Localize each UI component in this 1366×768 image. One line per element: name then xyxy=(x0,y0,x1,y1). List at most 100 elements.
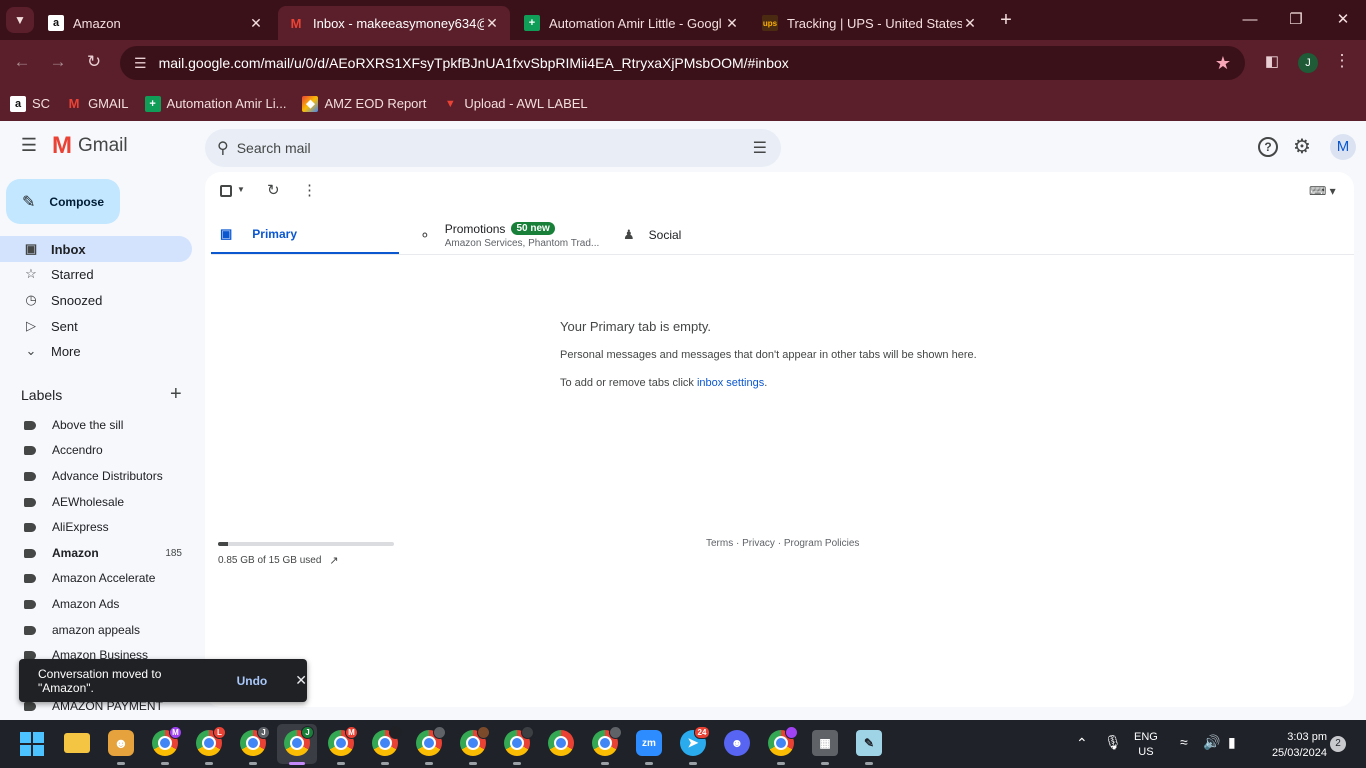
telegram-icon[interactable]: ➤ 24 xyxy=(680,726,710,765)
forward-icon[interactable]: → xyxy=(44,52,72,72)
label-item[interactable]: Accendro xyxy=(0,437,192,463)
label-item[interactable]: Advance Distributors xyxy=(0,463,192,489)
label-item[interactable]: AliExpress xyxy=(0,514,192,540)
add-label-icon[interactable]: + xyxy=(170,383,182,406)
site-info-icon[interactable]: ☰ xyxy=(134,55,147,72)
label-item[interactable]: AEWholesale xyxy=(0,489,192,515)
bookmark-sc[interactable]: a SC xyxy=(10,95,50,112)
inbox-settings-link[interactable]: inbox settings xyxy=(697,377,764,389)
close-toast-icon[interactable]: ✕ xyxy=(295,672,307,689)
search-icon[interactable]: ⚲ xyxy=(217,138,229,158)
chrome-profile-icon[interactable]: L xyxy=(196,726,226,765)
search-options-icon[interactable]: ☰ xyxy=(753,138,767,158)
back-icon[interactable]: ← xyxy=(8,52,36,72)
clock[interactable]: 3:03 pm 25/03/2024 xyxy=(1255,729,1327,761)
sheets-logo-icon: + xyxy=(524,15,540,31)
footer-sep: · xyxy=(733,538,743,549)
notification-count-badge[interactable]: 2 xyxy=(1330,736,1346,752)
chrome-profile-icon[interactable]: M xyxy=(328,726,358,765)
close-tab-icon[interactable]: ✕ xyxy=(248,15,264,32)
wifi-icon[interactable]: ≈ xyxy=(1180,734,1188,750)
bookmark-star-icon[interactable]: ★ xyxy=(1215,53,1231,74)
discord-icon[interactable]: ☻ xyxy=(724,730,750,756)
label-item[interactable]: Amazon Ads xyxy=(0,591,192,617)
side-panel-icon[interactable]: ◧ xyxy=(1258,52,1286,70)
microphone-icon[interactable]: 🎙 xyxy=(1104,734,1122,751)
running-indicator xyxy=(689,762,697,765)
chrome-profile-icon[interactable]: M xyxy=(152,726,182,765)
browser-tab-gmail[interactable]: M Inbox - makeeasymoney634@g ✕ xyxy=(278,6,510,40)
chrome-profile-icon[interactable] xyxy=(416,726,446,765)
chrome-profile-icon[interactable] xyxy=(372,726,402,765)
search-bar[interactable]: ⚲ Search mail ☰ xyxy=(205,129,781,167)
new-tab-button[interactable]: + xyxy=(994,8,1018,32)
language-indicator[interactable]: ENG US xyxy=(1134,730,1158,760)
tab-promotions[interactable]: ⚬ Promotions 50 new Amazon Services, Pha… xyxy=(419,215,609,255)
settings-gear-icon[interactable]: ⚙ xyxy=(1293,134,1311,159)
menu-icon[interactable]: ⋮ xyxy=(1328,51,1356,71)
chrome-icon[interactable] xyxy=(548,730,574,756)
nav-starred[interactable]: ☆ Starred xyxy=(0,261,192,287)
zoom-icon[interactable]: zm xyxy=(636,730,662,765)
tab-search-button[interactable]: ▼ xyxy=(6,7,34,33)
bookmark-automation[interactable]: + Automation Amir Li... xyxy=(144,95,286,112)
chrome-profile-icon[interactable] xyxy=(768,726,798,765)
taskbar-app-icon[interactable]: ☻ xyxy=(108,730,134,765)
search-input[interactable]: Search mail xyxy=(237,140,311,156)
help-icon[interactable]: ? xyxy=(1258,137,1278,157)
chevron-down-icon[interactable]: ▼ xyxy=(237,185,245,194)
bookmark-amz-eod[interactable]: ◆ AMZ EOD Report xyxy=(302,95,426,112)
bookmark-upload-awl[interactable]: ▼ Upload - AWL LABEL xyxy=(442,96,588,112)
input-tools-icon[interactable]: ⌨ ▾ xyxy=(1309,184,1336,198)
chrome-profile-icon[interactable] xyxy=(460,726,490,765)
nav-snoozed[interactable]: ◷ Snoozed xyxy=(0,287,192,313)
file-explorer-icon[interactable] xyxy=(64,733,90,753)
chrome-profile-icon[interactable] xyxy=(504,726,534,765)
tab-primary[interactable]: ▣ Primary xyxy=(211,215,399,255)
profile-avatar[interactable]: J xyxy=(1298,53,1318,73)
nav-more[interactable]: ⌄ More xyxy=(0,338,192,364)
volume-icon[interactable]: 🔊 xyxy=(1203,734,1220,751)
browser-tab-amazon[interactable]: a Amazon ✕ xyxy=(38,6,274,40)
close-tab-icon[interactable]: ✕ xyxy=(962,15,978,32)
tab-social[interactable]: ♟ Social xyxy=(623,215,803,255)
gmail-logo[interactable]: M Gmail xyxy=(52,134,128,158)
account-avatar[interactable]: M xyxy=(1330,134,1356,160)
minimize-icon[interactable]: — xyxy=(1238,8,1262,32)
select-all-checkbox[interactable] xyxy=(220,185,232,197)
chrome-profile-icon-active[interactable]: J xyxy=(284,726,314,765)
browser-toolbar: ← → ↻ ☰ mail.google.com/mail/u/0/d/AEoRX… xyxy=(0,40,1366,86)
more-options-icon[interactable]: ⋮ xyxy=(302,181,317,199)
label-item[interactable]: Above the sill xyxy=(0,412,192,438)
undo-button[interactable]: Undo xyxy=(237,674,268,688)
label-item[interactable]: amazon appeals xyxy=(0,617,192,643)
browser-tab-ups[interactable]: ups Tracking | UPS - United States ✕ xyxy=(752,6,988,40)
browser-tab-sheets[interactable]: + Automation Amir Little - Googl ✕ xyxy=(514,6,750,40)
start-button[interactable] xyxy=(20,732,44,756)
chrome-profile-icon[interactable]: J xyxy=(240,726,270,765)
chrome-profile-icon[interactable] xyxy=(592,726,622,765)
close-tab-icon[interactable]: ✕ xyxy=(484,15,500,32)
label-item-amazon[interactable]: Amazon 185 xyxy=(0,540,192,566)
program-policies-link[interactable]: Program Policies xyxy=(784,538,860,549)
calculator-icon[interactable]: ▦ xyxy=(812,730,838,765)
compose-button[interactable]: ✎ Compose xyxy=(6,179,120,224)
label-item[interactable]: Amazon Accelerate xyxy=(0,565,192,591)
reload-icon[interactable]: ↻ xyxy=(80,52,108,72)
battery-icon[interactable]: ▮ xyxy=(1228,734,1236,751)
bookmark-gmail[interactable]: M GMAIL xyxy=(66,96,129,112)
nav-sent[interactable]: ▷ Sent xyxy=(0,313,192,339)
nav-inbox[interactable]: ▣ Inbox xyxy=(0,236,192,262)
show-hidden-icons[interactable]: ⌃ xyxy=(1076,735,1088,752)
close-window-icon[interactable]: ✕ xyxy=(1331,8,1355,32)
main-menu-icon[interactable]: ☰ xyxy=(18,135,40,157)
address-bar[interactable]: ☰ mail.google.com/mail/u/0/d/AEoRXRS1XFs… xyxy=(120,46,1245,80)
close-tab-icon[interactable]: ✕ xyxy=(724,15,740,32)
refresh-icon[interactable]: ↻ xyxy=(267,181,280,199)
restore-icon[interactable]: ❐ xyxy=(1284,8,1308,32)
storage-usage[interactable]: 0.85 GB of 15 GB used ↗ xyxy=(218,554,339,567)
privacy-link[interactable]: Privacy xyxy=(742,538,775,549)
open-external-icon[interactable]: ↗ xyxy=(329,554,338,567)
terms-link[interactable]: Terms xyxy=(706,538,733,549)
notepad-icon[interactable]: ✎ xyxy=(856,730,882,765)
